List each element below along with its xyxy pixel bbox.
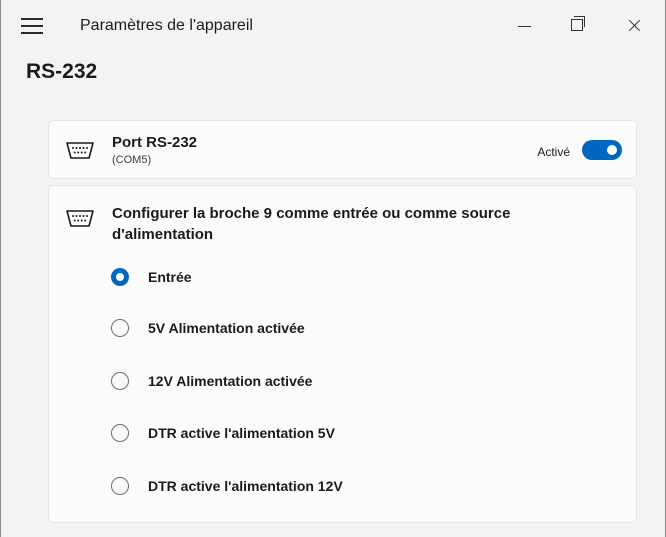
radio-option-12v-power[interactable]: 12V Alimentation activée (111, 369, 312, 393)
window-title: Paramètres de l'appareil (80, 17, 253, 34)
config-title: Configurer la broche 9 comme entrée ou c… (112, 205, 511, 243)
radio-option-dtr-12v[interactable]: DTR active l'alimentation 12V (111, 474, 343, 498)
radio-label: DTR active l'alimentation 5V (148, 425, 335, 441)
serial-port-icon (66, 142, 94, 159)
radio-button[interactable] (111, 424, 129, 442)
radio-button[interactable] (111, 372, 129, 390)
toggle-label: Activé (537, 145, 570, 159)
radio-option-5v-power[interactable]: 5V Alimentation activée (111, 316, 305, 340)
radio-option-entree[interactable]: Entrée (111, 265, 192, 289)
radio-button[interactable] (111, 477, 129, 495)
pin-config-card: Configurer la broche 9 comme entrée ou c… (48, 185, 637, 523)
serial-port-icon (66, 210, 94, 227)
toggle-knob (607, 145, 617, 155)
radio-label: 12V Alimentation activée (148, 373, 313, 389)
maximize-button[interactable] (554, 10, 600, 42)
port-card: Port RS-232 (COM5) Activé (48, 120, 637, 179)
page-title: RS-232 (26, 60, 98, 83)
port-title: Port RS-232 (112, 134, 198, 151)
radio-label: Entrée (148, 269, 192, 285)
radio-label: 5V Alimentation activée (148, 320, 305, 336)
close-button[interactable] (611, 10, 657, 42)
port-subtitle: (COM5) (112, 154, 152, 166)
port-enable-toggle[interactable] (582, 140, 622, 160)
menu-icon[interactable] (21, 17, 43, 35)
radio-button[interactable] (111, 319, 129, 337)
app-window: Paramètres de l'appareil RS-232 Port RS-… (0, 0, 666, 537)
minimize-button[interactable] (501, 10, 547, 42)
title-bar: Paramètres de l'appareil (1, 0, 665, 54)
radio-option-dtr-5v[interactable]: DTR active l'alimentation 5V (111, 421, 335, 445)
radio-label: DTR active l'alimentation 12V (148, 478, 343, 494)
radio-button-checked[interactable] (111, 268, 129, 286)
